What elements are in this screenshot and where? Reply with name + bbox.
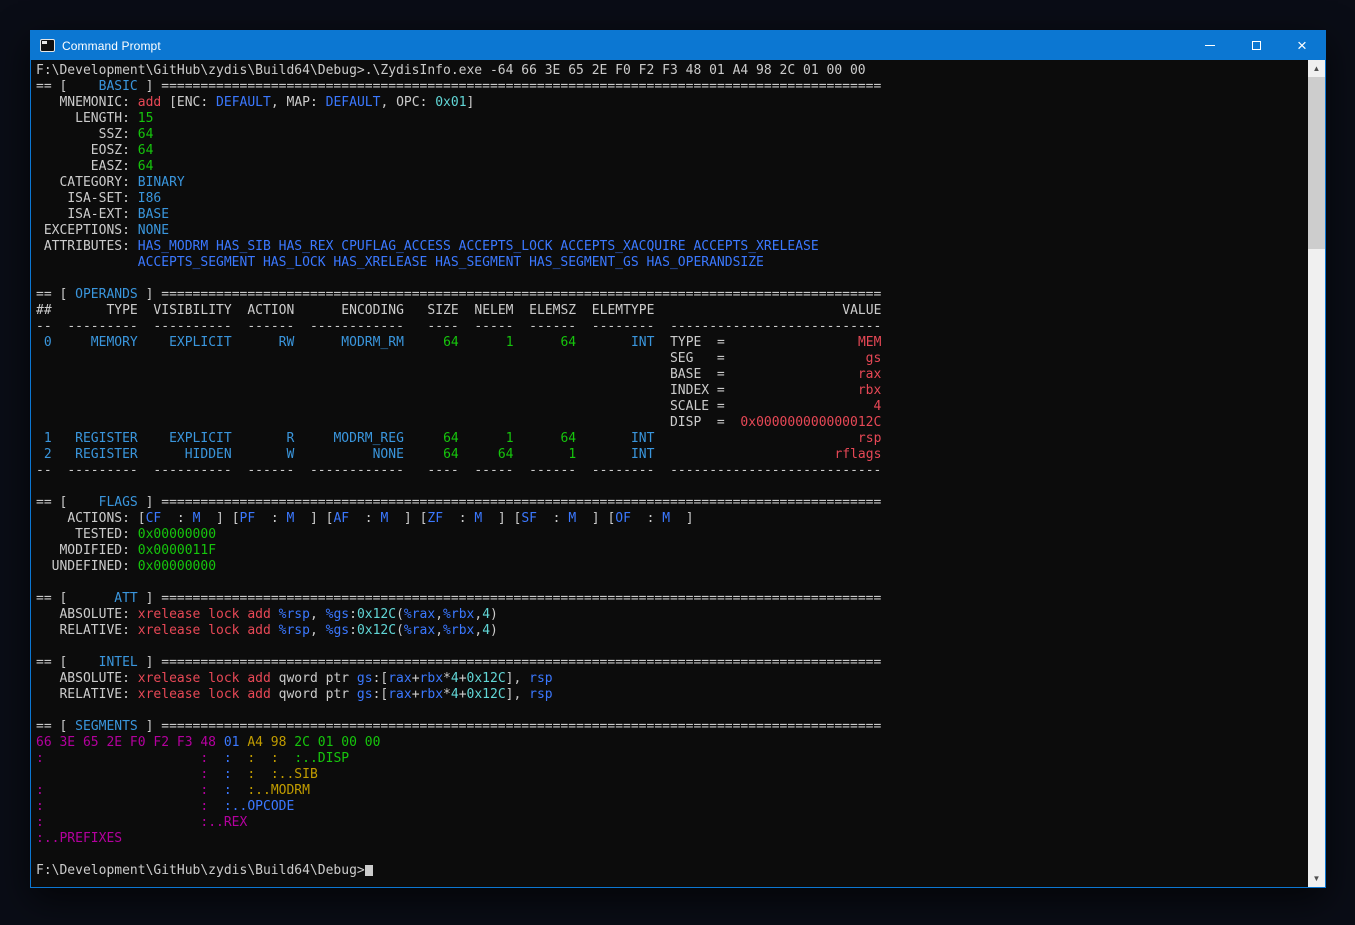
terminal-line: INDEX = rbx [36, 383, 1308, 399]
terminal-line: UNDEFINED: 0x00000000 [36, 559, 1308, 575]
triangle-down-icon: ▼ [1313, 874, 1321, 883]
terminal-line: == [ OPERANDS ] ========================… [36, 287, 1308, 303]
terminal-line: BASE = rax [36, 367, 1308, 383]
window-controls: × [1187, 31, 1325, 60]
titlebar[interactable]: Command Prompt × [31, 31, 1325, 60]
terminal-line: F:\Development\GitHub\zydis\Build64\Debu… [36, 863, 1308, 879]
triangle-up-icon: ▲ [1313, 64, 1321, 73]
terminal-line: SEG = gs [36, 351, 1308, 367]
close-button[interactable]: × [1279, 31, 1325, 60]
terminal-line [36, 271, 1308, 287]
terminal-line: : : : :..SIB [36, 767, 1308, 783]
terminal-line: ATTRIBUTES: HAS_MODRM HAS_SIB HAS_REX CP… [36, 239, 1308, 255]
terminal-line: : : : :..MODRM [36, 783, 1308, 799]
terminal-line [36, 847, 1308, 863]
scroll-down-button[interactable]: ▼ [1308, 870, 1325, 887]
terminal-line: SSZ: 64 [36, 127, 1308, 143]
scrollbar-thumb[interactable] [1308, 77, 1325, 249]
terminal-line: 2 REGISTER HIDDEN W NONE 64 64 1 INT rfl… [36, 447, 1308, 463]
terminal-line: DISP = 0x000000000000012C [36, 415, 1308, 431]
terminal-line: ISA-EXT: BASE [36, 207, 1308, 223]
terminal-line: 66 3E 65 2E F0 F2 F3 48 01 A4 98 2C 01 0… [36, 735, 1308, 751]
cmd-icon [40, 39, 55, 52]
close-icon: × [1297, 37, 1307, 54]
terminal-line: ISA-SET: I86 [36, 191, 1308, 207]
terminal-line: :..PREFIXES [36, 831, 1308, 847]
maximize-icon [1252, 41, 1261, 50]
terminal-line: EOSZ: 64 [36, 143, 1308, 159]
terminal-line: -- --------- ---------- ------ ---------… [36, 463, 1308, 479]
terminal-line: == [ INTEL ] ===========================… [36, 655, 1308, 671]
terminal-line: ABSOLUTE: xrelease lock add qword ptr gs… [36, 671, 1308, 687]
maximize-button[interactable] [1233, 31, 1279, 60]
terminal-line: 1 REGISTER EXPLICIT R MODRM_REG 64 1 64 … [36, 431, 1308, 447]
terminal-line: LENGTH: 15 [36, 111, 1308, 127]
terminal-line [36, 575, 1308, 591]
terminal-line: : : :..OPCODE [36, 799, 1308, 815]
terminal-line [36, 639, 1308, 655]
terminal-line: == [ BASIC ] ===========================… [36, 79, 1308, 95]
minimize-icon [1205, 45, 1215, 46]
window-title: Command Prompt [62, 39, 161, 53]
minimize-button[interactable] [1187, 31, 1233, 60]
terminal-line: 0 MEMORY EXPLICIT RW MODRM_RM 64 1 64 IN… [36, 335, 1308, 351]
terminal-line: F:\Development\GitHub\zydis\Build64\Debu… [36, 63, 1308, 79]
terminal-line: : : : : : :..DISP [36, 751, 1308, 767]
terminal-line: ACCEPTS_SEGMENT HAS_LOCK HAS_XRELEASE HA… [36, 255, 1308, 271]
terminal-line: EXCEPTIONS: NONE [36, 223, 1308, 239]
terminal-line [36, 703, 1308, 719]
terminal-line: SCALE = 4 [36, 399, 1308, 415]
terminal-line: == [ FLAGS ] ===========================… [36, 495, 1308, 511]
terminal-line: RELATIVE: xrelease lock add qword ptr gs… [36, 687, 1308, 703]
terminal-line: TESTED: 0x00000000 [36, 527, 1308, 543]
scroll-up-button[interactable]: ▲ [1308, 60, 1325, 77]
terminal-line: CATEGORY: BINARY [36, 175, 1308, 191]
terminal-line: RELATIVE: xrelease lock add %rsp, %gs:0x… [36, 623, 1308, 639]
terminal-line: == [ SEGMENTS ] ========================… [36, 719, 1308, 735]
terminal-line: : :..REX [36, 815, 1308, 831]
terminal-line: ACTIONS: [CF : M ] [PF : M ] [AF : M ] [… [36, 511, 1308, 527]
terminal-line: == [ ATT ] =============================… [36, 591, 1308, 607]
terminal-output[interactable]: F:\Development\GitHub\zydis\Build64\Debu… [31, 60, 1308, 887]
console-area: F:\Development\GitHub\zydis\Build64\Debu… [31, 60, 1325, 887]
terminal-line [36, 479, 1308, 495]
terminal-line: ABSOLUTE: xrelease lock add %rsp, %gs:0x… [36, 607, 1308, 623]
vertical-scrollbar[interactable]: ▲ ▼ [1308, 60, 1325, 887]
terminal-line: MNEMONIC: add [ENC: DEFAULT, MAP: DEFAUL… [36, 95, 1308, 111]
scrollbar-track[interactable] [1308, 77, 1325, 870]
terminal-line: MODIFIED: 0x0000011F [36, 543, 1308, 559]
terminal-line: EASZ: 64 [36, 159, 1308, 175]
terminal-cursor [365, 865, 373, 876]
terminal-line: -- --------- ---------- ------ ---------… [36, 319, 1308, 335]
terminal-line: ## TYPE VISIBILITY ACTION ENCODING SIZE … [36, 303, 1308, 319]
command-prompt-window: Command Prompt × F:\Development\GitHub\z… [30, 30, 1326, 888]
